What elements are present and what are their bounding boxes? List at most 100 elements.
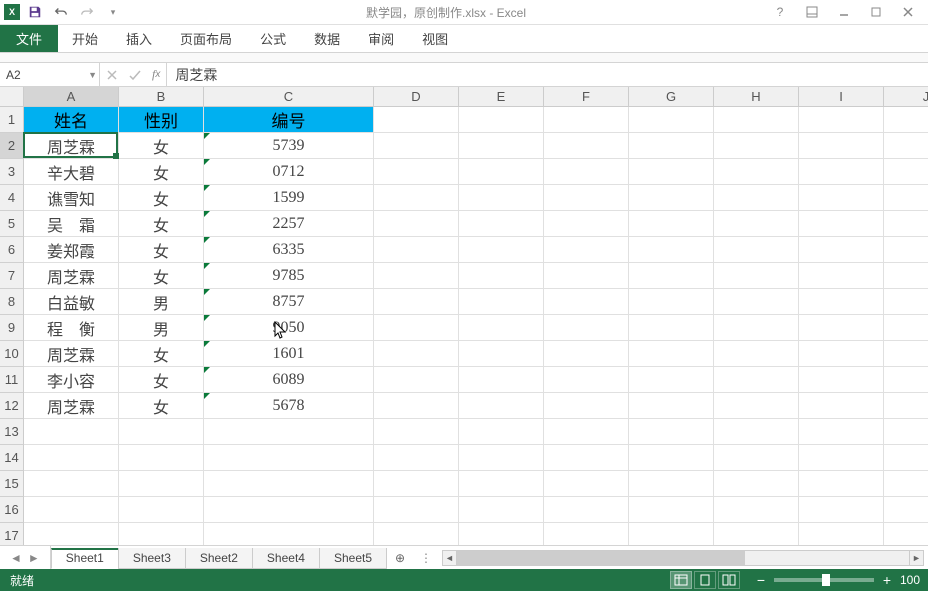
cell[interactable] [799,289,884,315]
cell[interactable] [544,523,629,545]
zoom-slider[interactable] [774,578,874,582]
qat-customize-icon[interactable]: ▾ [102,1,124,23]
cell[interactable]: 2257 [204,211,374,237]
cell[interactable]: 男 [119,315,204,341]
file-tab[interactable]: 文件 [0,25,58,52]
row-header[interactable]: 11 [0,367,24,393]
cell[interactable] [884,263,928,289]
cell[interactable] [714,445,799,471]
scrollbar-thumb[interactable] [457,551,745,565]
cell[interactable] [544,289,629,315]
cell[interactable] [544,393,629,419]
cell[interactable] [714,341,799,367]
cell[interactable]: 程 衡 [24,315,119,341]
cell[interactable] [119,445,204,471]
cell[interactable] [119,419,204,445]
row-header[interactable]: 6 [0,237,24,263]
row-header[interactable]: 10 [0,341,24,367]
cell[interactable] [544,471,629,497]
cell[interactable] [374,419,459,445]
cell[interactable] [204,419,374,445]
cell[interactable] [714,367,799,393]
cell[interactable] [714,523,799,545]
row-header[interactable]: 17 [0,523,24,545]
cell[interactable]: 5678 [204,393,374,419]
column-header[interactable]: D [374,87,459,107]
column-header[interactable]: B [119,87,204,107]
cell[interactable] [374,497,459,523]
cell[interactable] [714,185,799,211]
cell[interactable] [884,289,928,315]
cell[interactable] [799,107,884,133]
cell[interactable]: 女 [119,341,204,367]
minimize-icon[interactable] [832,2,856,22]
row-header[interactable]: 15 [0,471,24,497]
cell[interactable]: 白益敏 [24,289,119,315]
save-icon[interactable] [24,1,46,23]
cell[interactable] [24,523,119,545]
maximize-icon[interactable] [864,2,888,22]
cell[interactable] [544,107,629,133]
cell[interactable] [629,471,714,497]
cell[interactable] [119,497,204,523]
help-icon[interactable]: ? [768,2,792,22]
cell[interactable] [374,315,459,341]
cell[interactable] [714,263,799,289]
cell[interactable] [204,445,374,471]
cell[interactable] [799,237,884,263]
sheet-tab[interactable]: Sheet1 [51,548,119,569]
cell[interactable]: 女 [119,211,204,237]
row-header[interactable]: 7 [0,263,24,289]
ribbon-tab[interactable]: 数据 [300,25,354,52]
row-header[interactable]: 1 [0,107,24,133]
cell[interactable] [884,393,928,419]
cell[interactable]: 男 [119,289,204,315]
redo-icon[interactable] [76,1,98,23]
new-sheet-icon[interactable]: ⊕ [386,546,414,569]
cell[interactable] [459,523,544,545]
cell[interactable] [884,133,928,159]
cell[interactable] [629,237,714,263]
cell[interactable] [459,133,544,159]
cell[interactable] [714,211,799,237]
cell[interactable] [459,445,544,471]
cell[interactable] [544,497,629,523]
ribbon-tab[interactable]: 开始 [58,25,112,52]
cell[interactable] [714,497,799,523]
cell[interactable] [204,523,374,545]
sheet-resize-handle[interactable]: ⋮ [414,551,438,565]
column-header[interactable]: E [459,87,544,107]
cell[interactable]: 1599 [204,185,374,211]
sheet-nav-next-icon[interactable]: ► [28,551,40,565]
cell[interactable]: 女 [119,237,204,263]
row-header[interactable]: 5 [0,211,24,237]
cell[interactable] [459,497,544,523]
cell[interactable] [374,393,459,419]
enter-icon[interactable] [128,69,142,81]
row-header[interactable]: 2 [0,133,24,159]
cell[interactable] [544,419,629,445]
cell[interactable] [799,497,884,523]
sheet-tab[interactable]: Sheet2 [185,548,253,569]
close-icon[interactable] [896,2,920,22]
column-header[interactable]: C [204,87,374,107]
cancel-icon[interactable] [106,69,118,81]
cell[interactable] [799,159,884,185]
cell[interactable] [884,471,928,497]
cell[interactable] [714,133,799,159]
ribbon-tab[interactable]: 插入 [112,25,166,52]
cell[interactable] [459,419,544,445]
cell[interactable] [714,237,799,263]
cell[interactable] [799,341,884,367]
cell[interactable]: 6335 [204,237,374,263]
cell[interactable] [459,263,544,289]
cell[interactable] [374,263,459,289]
cell[interactable] [24,445,119,471]
cell[interactable] [374,289,459,315]
cell[interactable] [629,419,714,445]
cell[interactable] [459,393,544,419]
ribbon-tab[interactable]: 公式 [246,25,300,52]
cell[interactable] [714,159,799,185]
cell[interactable] [629,263,714,289]
undo-icon[interactable] [50,1,72,23]
